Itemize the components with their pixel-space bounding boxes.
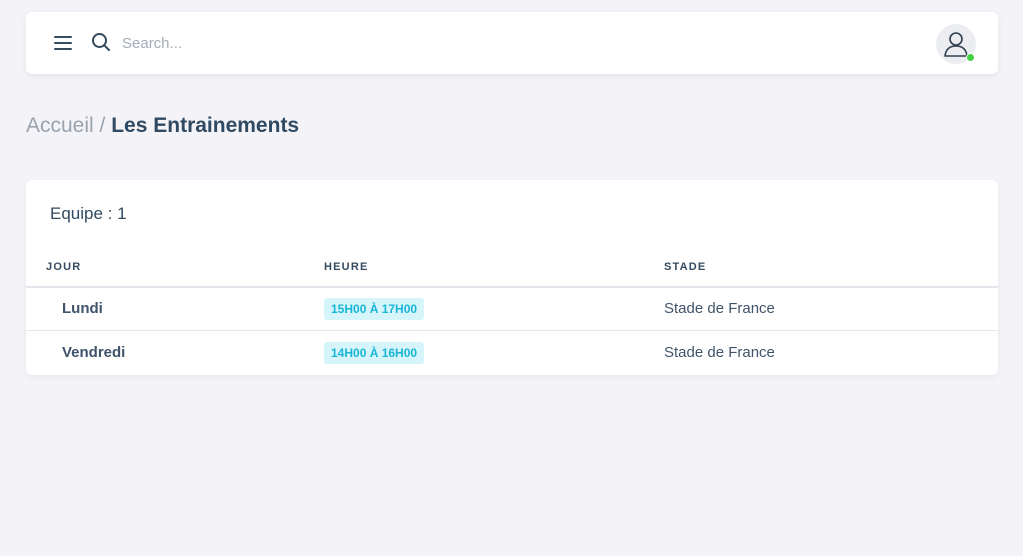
cell-stadium: Stade de France <box>664 300 775 317</box>
cell-day: Lundi <box>62 300 103 317</box>
breadcrumb-separator: / <box>93 114 112 137</box>
column-header-day: JOUR <box>46 261 82 273</box>
breadcrumb: Accueil / Les Entrainements <box>26 114 299 138</box>
search-input[interactable] <box>122 28 322 58</box>
card-title: Equipe : 1 <box>50 204 127 223</box>
hour-badge: 15H00 À 17H00 <box>324 298 425 320</box>
menu-icon[interactable] <box>52 32 74 54</box>
table-row: Lundi 15H00 À 17H00 Stade de France <box>26 287 998 331</box>
cell-stadium: Stade de France <box>664 344 775 361</box>
column-header-stadium: STADE <box>664 261 707 273</box>
cell-day: Vendredi <box>62 344 126 361</box>
page-title: Les Entrainements <box>111 114 300 137</box>
column-header-hour: HEURE <box>324 261 369 273</box>
table-row: Vendredi 14H00 À 16H00 Stade de France <box>26 331 998 375</box>
breadcrumb-home-link[interactable]: Accueil <box>26 114 94 137</box>
avatar[interactable] <box>936 24 976 64</box>
trainings-card: Equipe : 1 JOUR HEURE STADE Lundi 15H00 … <box>26 180 998 375</box>
top-navbar <box>26 12 998 74</box>
hour-badge: 14H00 À 16H00 <box>324 342 425 364</box>
search-icon[interactable] <box>90 31 112 53</box>
online-status-dot <box>966 53 975 62</box>
